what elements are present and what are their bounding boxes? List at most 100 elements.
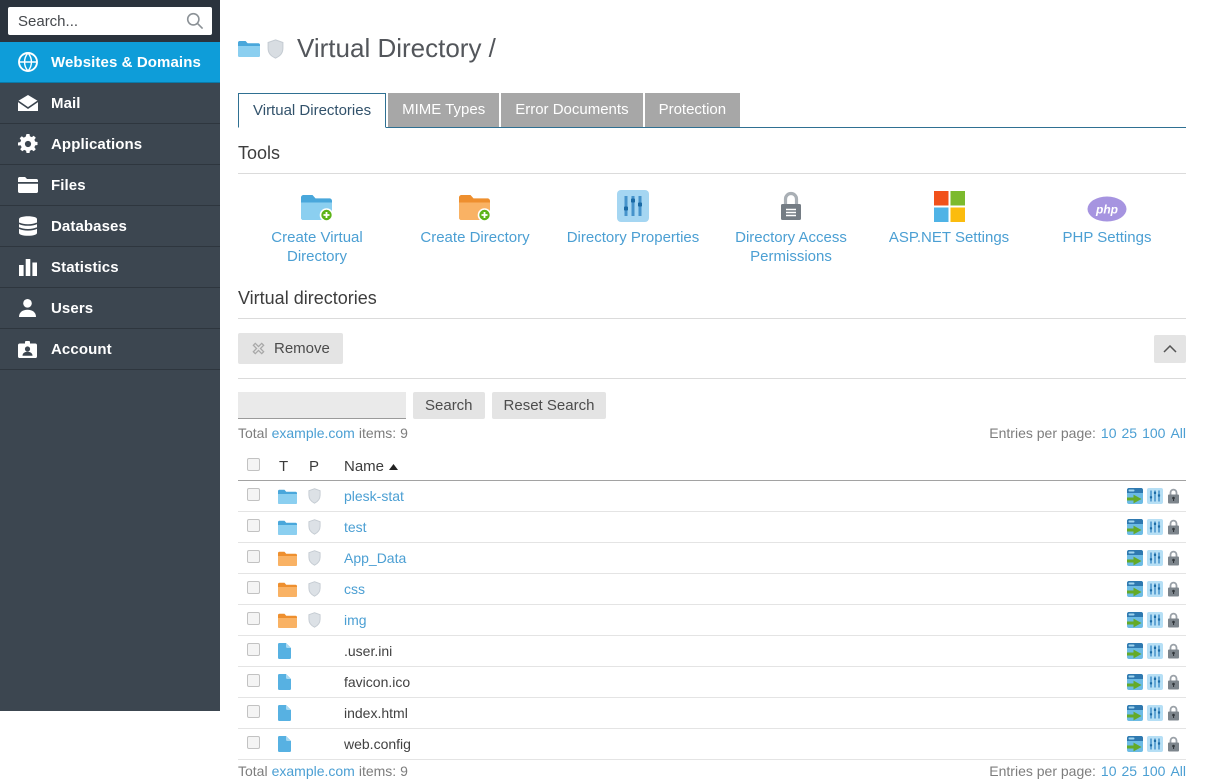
open-directory-icon[interactable]	[1127, 488, 1143, 504]
row-checkbox[interactable]	[247, 581, 260, 594]
user-icon	[17, 298, 38, 319]
folder-orange-icon	[278, 582, 300, 597]
directory-access-permissions-icon[interactable]	[1167, 736, 1180, 752]
tab-bar: Virtual DirectoriesMIME TypesError Docum…	[238, 93, 1186, 128]
sidebar-item-websites-domains[interactable]: Websites & Domains	[0, 42, 220, 83]
entries-links: 10 25100 All	[1101, 425, 1186, 441]
file-icon	[278, 643, 300, 659]
open-directory-icon[interactable]	[1127, 581, 1143, 597]
collapse-button[interactable]	[1154, 335, 1186, 363]
svg-text:php: php	[1095, 202, 1118, 216]
item-name[interactable]: css	[344, 581, 365, 597]
tool-php-settings[interactable]: phpPHP Settings	[1028, 184, 1186, 267]
directory-properties-icon[interactable]	[1147, 612, 1163, 628]
entries-option-all[interactable]: All	[1170, 425, 1186, 441]
directory-properties-icon[interactable]	[1147, 581, 1163, 597]
directory-properties-icon[interactable]	[1147, 643, 1163, 659]
directory-properties-icon[interactable]	[1147, 674, 1163, 690]
item-name[interactable]: img	[344, 612, 367, 628]
sidebar-item-mail[interactable]: Mail	[0, 83, 220, 124]
row-checkbox[interactable]	[247, 612, 260, 625]
open-directory-icon[interactable]	[1127, 550, 1143, 566]
tool-create-virtual-directory[interactable]: Create Virtual Directory	[238, 184, 396, 267]
entries-option-25[interactable]: 25	[1122, 425, 1138, 441]
directory-access-permissions-icon[interactable]	[1167, 550, 1180, 566]
row-checkbox[interactable]	[247, 736, 260, 749]
open-directory-icon[interactable]	[1127, 519, 1143, 535]
tab-mime-types[interactable]: MIME Types	[388, 93, 499, 127]
tool-directory-access-permissions[interactable]: Directory Access Permissions	[712, 184, 870, 267]
table-header: T P Name	[238, 453, 1186, 481]
filter-input[interactable]	[238, 392, 406, 419]
row-checkbox[interactable]	[247, 643, 260, 656]
directory-access-permissions-icon[interactable]	[1167, 612, 1180, 628]
globe-icon	[17, 52, 38, 73]
sidebar-item-users[interactable]: Users	[0, 288, 220, 329]
row-checkbox[interactable]	[247, 519, 260, 532]
filter-search-button[interactable]: Search	[413, 392, 485, 419]
table-row: test	[238, 512, 1186, 543]
row-checkbox[interactable]	[247, 550, 260, 563]
item-name: .user.ini	[344, 643, 392, 659]
directory-properties-icon[interactable]	[1147, 736, 1163, 752]
entries-option-100[interactable]: 100	[1142, 763, 1165, 779]
column-name[interactable]: Name	[333, 458, 1106, 475]
open-directory-icon[interactable]	[1127, 674, 1143, 690]
column-type[interactable]: T	[270, 458, 300, 475]
sidebar-item-applications[interactable]: Applications	[0, 124, 220, 165]
sidebar-item-statistics[interactable]: Statistics	[0, 247, 220, 288]
entries-option-100[interactable]: 100	[1142, 425, 1165, 441]
directory-access-permissions-icon[interactable]	[1167, 488, 1180, 504]
open-directory-icon[interactable]	[1127, 643, 1143, 659]
directory-access-permissions-icon[interactable]	[1167, 674, 1180, 690]
directory-properties-icon[interactable]	[1147, 705, 1163, 721]
directory-access-permissions-icon[interactable]	[1167, 643, 1180, 659]
tool-create-directory[interactable]: Create Directory	[396, 184, 554, 267]
file-icon	[278, 674, 300, 690]
column-protection[interactable]: P	[300, 458, 333, 475]
tab-error-documents[interactable]: Error Documents	[501, 93, 642, 127]
table-row: plesk-stat	[238, 481, 1186, 512]
reset-search-button[interactable]: Reset Search	[492, 392, 607, 419]
item-name[interactable]: App_Data	[344, 550, 406, 566]
domain-link[interactable]: example.com	[272, 425, 355, 441]
protection-shield-icon	[308, 519, 333, 535]
entries-option-25[interactable]: 25	[1122, 763, 1138, 779]
sidebar: Websites & DomainsMailApplicationsFilesD…	[0, 0, 220, 711]
sidebar-item-files[interactable]: Files	[0, 165, 220, 206]
lock-lg-icon	[712, 184, 870, 222]
directory-properties-icon[interactable]	[1147, 488, 1163, 504]
directory-access-permissions-icon[interactable]	[1167, 581, 1180, 597]
directory-access-permissions-icon[interactable]	[1167, 519, 1180, 535]
entries-option-10[interactable]: 10	[1101, 425, 1117, 441]
directory-properties-icon[interactable]	[1147, 550, 1163, 566]
directory-properties-icon[interactable]	[1147, 519, 1163, 535]
open-directory-icon[interactable]	[1127, 736, 1143, 752]
entries-option-10[interactable]: 10	[1101, 763, 1117, 779]
domain-link[interactable]: example.com	[272, 763, 355, 779]
remove-button[interactable]: Remove	[238, 333, 343, 364]
tool-asp-net-settings[interactable]: ASP.NET Settings	[870, 184, 1028, 267]
tab-protection[interactable]: Protection	[645, 93, 741, 127]
entries-per-page: Entries per page: 1025100All	[989, 763, 1186, 779]
select-all-checkbox[interactable]	[247, 458, 260, 471]
open-directory-icon[interactable]	[1127, 612, 1143, 628]
open-directory-icon[interactable]	[1127, 705, 1143, 721]
gear-icon	[17, 134, 38, 155]
tab-virtual-directories[interactable]: Virtual Directories	[238, 93, 386, 128]
item-name[interactable]: test	[344, 519, 367, 535]
row-checkbox[interactable]	[247, 674, 260, 687]
sidebar-item-account[interactable]: Account	[0, 329, 220, 370]
item-name[interactable]: plesk-stat	[344, 488, 404, 504]
search-input[interactable]	[8, 7, 212, 35]
row-checkbox[interactable]	[247, 488, 260, 501]
search-icon[interactable]	[186, 12, 204, 30]
protection-shield-icon	[308, 550, 333, 566]
total-items: Total example.com items: 9	[238, 763, 408, 779]
entries-option-all[interactable]: All	[1170, 763, 1186, 779]
folder-blue-icon	[278, 489, 300, 504]
row-checkbox[interactable]	[247, 705, 260, 718]
directory-access-permissions-icon[interactable]	[1167, 705, 1180, 721]
tool-directory-properties[interactable]: Directory Properties	[554, 184, 712, 267]
sidebar-item-databases[interactable]: Databases	[0, 206, 220, 247]
